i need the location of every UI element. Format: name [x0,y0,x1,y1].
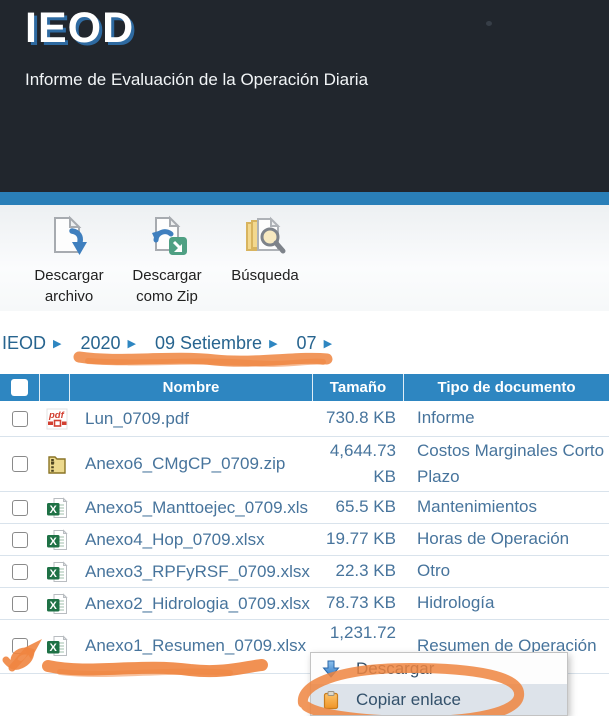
table-header-row: Nombre Tamaño Tipo de documento [0,374,609,401]
name-column-header[interactable]: Nombre [70,374,313,401]
row-checkbox[interactable] [12,564,28,580]
icon-column-header [40,374,70,401]
file-link[interactable]: Anexo2_Hidrologia_0709.xlsx [85,594,310,613]
page-title: IEOD [25,4,134,53]
row-checkbox[interactable] [12,638,28,654]
download-file-label: Descargar archivo [23,265,115,307]
breadcrumb-arrow-icon[interactable]: ▶ [53,337,61,350]
file-size: 78.73 KB [313,590,404,616]
svg-text:X: X [50,568,58,580]
search-documents-icon [242,215,288,261]
search-button[interactable]: Búsqueda [216,215,314,286]
context-menu: Descargar Copiar enlace [310,652,568,716]
table-row[interactable]: X Anexo5_Manttoejec_0709.xls 65.5 KB Man… [0,492,609,524]
table-row[interactable]: X Anexo2_Hidrologia_0709.xlsx 78.73 KB H… [0,588,609,620]
svg-text:pdf: pdf [48,410,65,421]
file-size: 19.77 KB [313,526,404,552]
search-label: Búsqueda [231,265,299,286]
file-type: Hidrología [404,590,609,616]
cursor-artifact [486,21,492,26]
file-link[interactable]: Anexo1_Resumen_0709.xlsx [85,636,306,655]
row-checkbox[interactable] [12,500,28,516]
excel-file-icon: X [46,593,68,615]
svg-text:X: X [50,536,58,548]
row-checkbox[interactable] [12,532,28,548]
file-link[interactable]: Anexo4_Hop_0709.xlsx [85,530,265,549]
documents-table: Nombre Tamaño Tipo de documento pdf Lun_… [0,374,609,674]
download-zip-icon [144,215,190,261]
page-header: IEOD Informe de Evaluación de la Operaci… [0,0,609,192]
file-size: 730.8 KB [313,405,404,431]
row-checkbox[interactable] [12,411,28,427]
svg-text:X: X [50,600,58,612]
table-row[interactable]: X Anexo4_Hop_0709.xlsx 19.77 KB Horas de… [0,524,609,556]
table-row[interactable]: X Anexo3_RPFyRSF_0709.xlsx 22.3 KB Otro [0,556,609,588]
type-column-header[interactable]: Tipo de documento [404,374,609,401]
table-row[interactable]: pdf Lun_0709.pdf 730.8 KB Informe [0,401,609,437]
excel-file-icon: X [46,497,68,519]
file-type: Horas de Operación [404,526,609,552]
select-all-cell [0,374,40,401]
file-type: Costos Marginales Corto Plazo [404,438,609,491]
ribbon-toolbar: Descargar archivo Descargar como Zip Bús… [0,205,609,311]
file-type: Mantenimientos [404,494,609,520]
excel-file-icon: X [46,529,68,551]
breadcrumb-item-07[interactable]: 07 [297,333,317,354]
menu-item-label: Copiar enlace [356,690,461,710]
file-link[interactable]: Lun_0709.pdf [85,409,189,428]
file-size: 65.5 KB [313,494,404,520]
zip-file-icon [46,453,68,475]
pdf-file-icon: pdf [46,408,68,430]
breadcrumb: IEOD ▶ 2020 ▶ 09 Setiembre ▶ 07 ▶ [2,333,351,354]
breadcrumb-arrow-icon[interactable]: ▶ [128,337,136,350]
download-arrow-icon [321,659,341,679]
table-row[interactable]: Anexo6_CMgCP_0709.zip 4,644.73 KB Costos… [0,437,609,492]
menu-item-copiar-enlace[interactable]: Copiar enlace [311,684,567,715]
file-link[interactable]: Anexo5_Manttoejec_0709.xls [85,498,308,517]
page-subtitle: Informe de Evaluación de la Operación Di… [25,70,368,90]
breadcrumb-item-ieod[interactable]: IEOD [2,333,46,354]
breadcrumb-arrow-icon[interactable]: ▶ [269,337,277,350]
file-link[interactable]: Anexo6_CMgCP_0709.zip [85,454,285,473]
breadcrumb-item-setiembre[interactable]: 09 Setiembre [155,333,262,354]
clipboard-icon [321,690,341,710]
download-file-button[interactable]: Descargar archivo [20,215,118,307]
file-type: Informe [404,405,609,431]
file-type: Otro [404,558,609,584]
row-checkbox[interactable] [12,596,28,612]
size-column-header[interactable]: Tamaño [313,374,404,401]
svg-text:X: X [50,504,58,516]
file-size: 22.3 KB [313,558,404,584]
svg-text:X: X [50,642,58,654]
download-file-icon [46,215,92,261]
select-all-checkbox[interactable] [11,379,28,396]
file-size: 4,644.73 KB [313,438,404,491]
file-link[interactable]: Anexo3_RPFyRSF_0709.xlsx [85,562,310,581]
menu-item-label: Descargar [356,659,434,679]
breadcrumb-arrow-icon[interactable]: ▶ [324,337,332,350]
row-checkbox[interactable] [12,456,28,472]
excel-file-icon: X [46,561,68,583]
excel-file-icon: X [46,635,68,657]
download-zip-button[interactable]: Descargar como Zip [118,215,216,307]
download-zip-label: Descargar como Zip [121,265,213,307]
breadcrumb-item-2020[interactable]: 2020 [80,333,120,354]
menu-item-descargar[interactable]: Descargar [311,653,567,684]
accent-bar [0,192,609,205]
